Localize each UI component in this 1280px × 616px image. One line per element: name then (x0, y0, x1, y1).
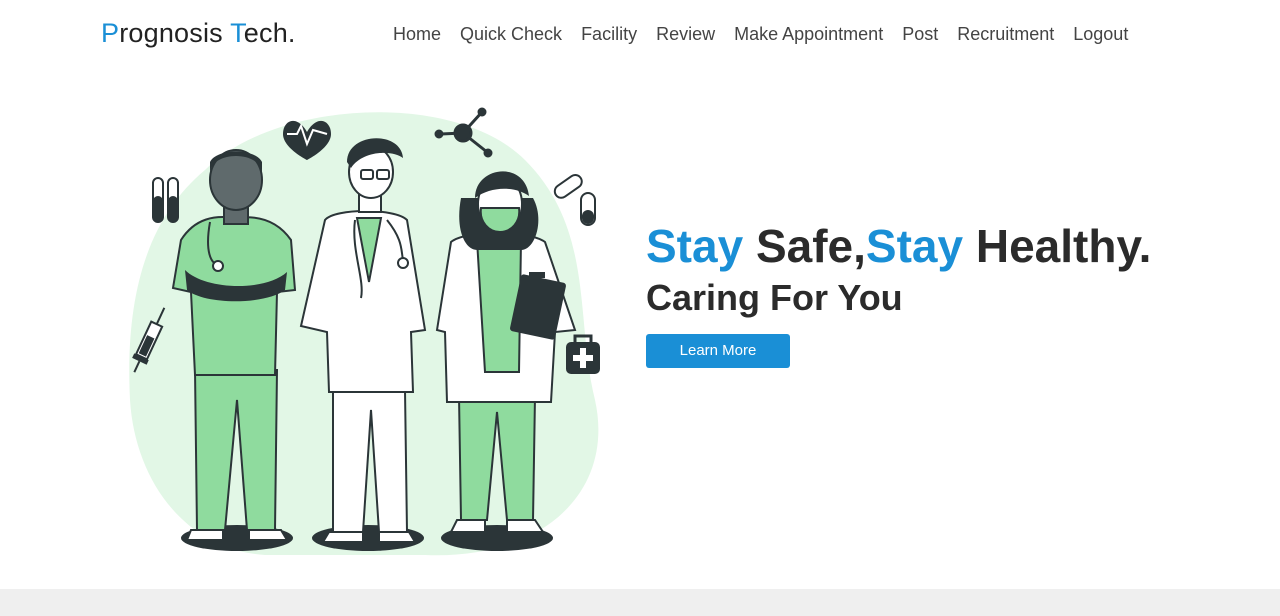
nav-facility[interactable]: Facility (581, 24, 637, 45)
headline-healthy: Healthy. (963, 220, 1152, 272)
test-tubes-icon (152, 177, 179, 223)
nav-review[interactable]: Review (656, 24, 715, 45)
doctors-illustration (125, 100, 615, 560)
brand-logo[interactable]: Prognosis Tech. (101, 18, 296, 49)
brand-letter-p: P (101, 18, 120, 48)
headline-stay-1: Stay (646, 220, 744, 272)
nav-recruitment[interactable]: Recruitment (957, 24, 1054, 45)
nav-post[interactable]: Post (902, 24, 938, 45)
hero-headline: Stay Safe,Stay Healthy. (646, 218, 1246, 274)
hero-text: Stay Safe,Stay Healthy. Caring For You L… (646, 218, 1246, 368)
nav-quick-check[interactable]: Quick Check (460, 24, 562, 45)
hero-subheadline: Caring For You (646, 277, 903, 318)
learn-more-button[interactable]: Learn More (646, 334, 790, 368)
nav-home[interactable]: Home (393, 24, 441, 45)
main-nav: Home Quick Check Facility Review Make Ap… (393, 24, 1147, 45)
brand-letter-t: T (230, 18, 244, 48)
footer-strip (0, 589, 1280, 616)
top-navbar: Prognosis Tech. Home Quick Check Facilit… (0, 0, 1280, 70)
nav-logout[interactable]: Logout (1073, 24, 1128, 45)
nav-make-appointment[interactable]: Make Appointment (734, 24, 883, 45)
brand-text-2: ech. (243, 18, 296, 48)
brand-text-1: rognosis (119, 18, 231, 48)
headline-safe: Safe, (743, 220, 866, 272)
headline-stay-2: Stay (865, 220, 964, 272)
